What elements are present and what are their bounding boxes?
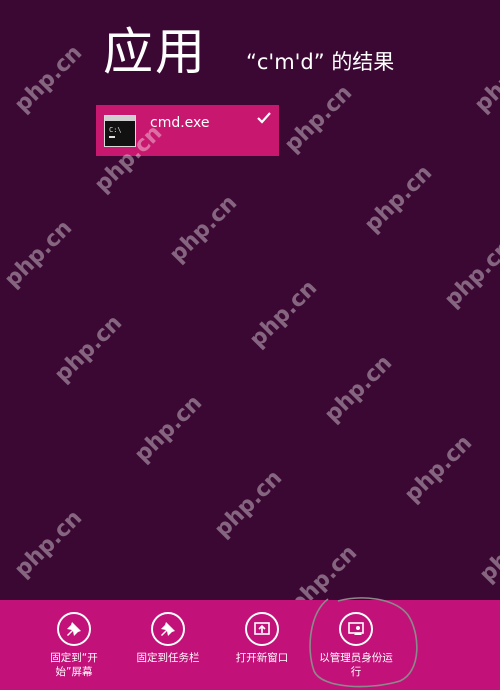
run-as-admin-icon [339,612,373,646]
watermark-text: php.cn [10,40,88,118]
header-title: 应用 [103,23,207,81]
svg-text:C:\: C:\ [109,126,122,134]
watermark-text: php.cn [400,430,478,508]
watermark-text: php.cn [360,160,438,238]
new-window-icon [245,612,279,646]
pin-to-start-button[interactable]: 固定到“开 始”屏幕 [24,612,124,679]
watermark-text: php.cn [245,275,323,353]
pin-icon [151,612,185,646]
search-query-label: “c'm'd” 的结果 [246,50,395,74]
watermark-text: php.cn [470,40,500,118]
watermark-text: php.cn [165,190,243,268]
open-new-window-button[interactable]: 打开新窗口 [212,612,312,665]
pin-to-taskbar-label: 固定到任务栏 [136,652,200,664]
watermark-layer: php.cn php.cn php.cn php.cn php.cn php.c… [0,0,500,690]
watermark-text: php.cn [320,350,398,428]
pin-to-start-label: 固定到“开 始”屏幕 [50,652,98,678]
watermark-text: php.cn [280,80,358,158]
checkmark-icon [257,112,271,124]
result-tile-cmd[interactable]: C:\ cmd.exe [96,105,279,156]
result-label: cmd.exe [150,115,210,131]
app-bar: 固定到“开 始”屏幕 固定到任务栏 打开新窗口 以管理员身份运 行 [0,600,500,690]
open-new-window-label: 打开新窗口 [235,652,289,664]
watermark-text: php.cn [210,465,288,543]
pin-icon [57,612,91,646]
watermark-text: php.cn [440,235,500,313]
watermark-text: php.cn [50,310,128,388]
watermark-text: php.cn [130,390,208,468]
run-as-admin-button[interactable]: 以管理员身份运 行 [306,612,406,679]
watermark-text: php.cn [0,215,78,293]
run-as-admin-label: 以管理员身份运 行 [319,652,393,678]
console-window-icon: C:\ [104,115,136,147]
pin-to-taskbar-button[interactable]: 固定到任务栏 [118,612,218,665]
watermark-text: php.cn [10,505,88,583]
watermark-text: php.cn [475,510,500,588]
